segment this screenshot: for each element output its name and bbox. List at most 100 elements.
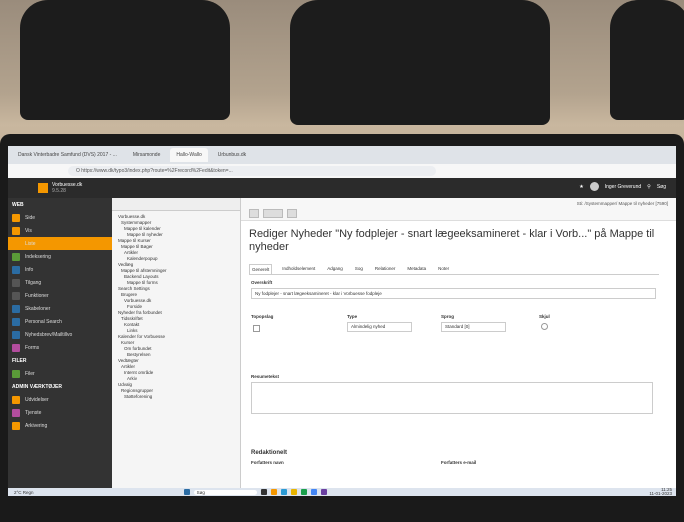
tab-adgang[interactable]: Adgang [325,264,345,274]
module-label: Side [25,214,36,221]
topbar-tools: ★ Inger Greverund ⚲ Søg [579,182,666,191]
module-item[interactable]: Filer [8,367,112,380]
windows-taskbar: 2°C Regn Søg 11:25 11-01-2023 [8,487,676,496]
app-icon[interactable] [270,489,277,495]
tab-indholdselement[interactable]: Indholdselement [280,264,317,274]
module-item[interactable]: Nyhedsbrev/Mailtillvo [8,328,112,341]
browser-tab[interactable]: Hallo-Wallo [170,148,208,162]
weather-widget[interactable]: 2°C Regn [14,490,34,495]
browser-tab[interactable]: Urbunbus.dk [212,148,252,162]
resume-label: Resumetekst [251,374,280,379]
module-menu: WEB Side Vis Liste Indeksering Info Tilgang Fun… [8,198,112,488]
module-icon [12,278,20,287]
sprog-label: Sprog [441,314,454,319]
module-item[interactable]: Indeksering [8,250,112,263]
app-icon[interactable] [260,489,267,495]
screen: Dansk Vinterbadre Samfund (DVS) 2017 - .… [8,146,676,496]
redaktion-label: Redaktionelt [251,450,288,456]
typo3-logo-icon[interactable] [38,183,48,193]
browser-tab-bar: Dansk Vinterbadre Samfund (DVS) 2017 - .… [8,146,676,164]
overskrift-label: Overskrift [251,280,273,285]
module-item[interactable]: Tilgang [8,276,112,289]
module-icon [12,265,20,274]
forfatter-label: Forfatters navn [251,460,284,465]
chair [610,0,684,120]
typo3-topbar: Vorbuesse.dk 9.5.28 ★ Inger Greverund ⚲ … [8,178,676,198]
close-button[interactable] [249,209,259,218]
module-label: Forms [25,344,40,351]
module-label: Tilgang [25,279,42,286]
url-field[interactable]: O https://www.dk/typo3/index.php?route=%… [68,166,436,176]
star-icon[interactable]: ★ [579,184,583,190]
module-label: Indeksering [25,253,51,260]
module-item[interactable]: Vis [8,224,112,237]
chrome-icon[interactable] [310,489,317,495]
app-icon[interactable] [300,489,307,495]
module-group-14[interactable]: ADMIN VÆRKTØJER [8,380,112,393]
search-icon[interactable]: ⚲ [647,184,651,190]
topopslag-label: Topopslag [251,314,274,319]
module-item[interactable]: Udvidelser [8,393,112,406]
type-select[interactable]: Almindelig nyhed [347,322,412,332]
doc-header: Sti: /Systemmapper/ Mappe til nyheder [7… [241,198,676,221]
skjul-label: Skjul [539,314,550,319]
module-item[interactable]: Liste [8,237,112,250]
overskrift-input[interactable]: Ny fodplejer - snart lægeeksamineret - k… [251,288,656,299]
module-icon [12,226,20,235]
breadcrumb: Sti: /Systemmapper/ Mappe til nyheder [7… [576,201,668,206]
search-label[interactable]: Søg [657,184,666,190]
module-icon [12,421,20,430]
edge-icon[interactable] [280,489,287,495]
browser-tab[interactable]: Dansk Vinterbadre Samfund (DVS) 2017 - .… [12,148,123,162]
module-group-0[interactable]: WEB [8,198,112,211]
tab-relationer[interactable]: Relationer [373,264,398,274]
module-item[interactable]: Personal Search [8,315,112,328]
tree-item[interactable]: Støtteforening [116,394,240,400]
clock-date[interactable]: 11-01-2023 [649,491,672,496]
module-item[interactable]: Funktioner [8,289,112,302]
page-heading: Rediger Nyheder "Ny fodplejer - snart læ… [249,228,655,253]
module-label: Arkivering [25,422,48,429]
module-item[interactable]: Forms [8,341,112,354]
save-button[interactable] [263,209,283,218]
page-tree: Vorbuesse.dk Systemmapper Mappe til kalend… [112,198,241,488]
module-icon [12,252,20,261]
sprog-select[interactable]: Standard [0] [441,322,506,332]
resume-textarea[interactable] [251,382,653,414]
module-label: Personal Search [25,318,62,325]
page-tree-toolbar [112,198,240,211]
tab-metadata[interactable]: Metadata [405,264,428,274]
address-bar-row: O https://www.dk/typo3/index.php?route=%… [8,164,676,178]
app-icon[interactable] [320,489,327,495]
tab-noter[interactable]: Noter [436,264,451,274]
module-icon [12,213,20,222]
user-name[interactable]: Inger Greverund [605,184,641,190]
topopslag-checkbox[interactable] [253,325,260,332]
module-item[interactable]: Info [8,263,112,276]
start-icon[interactable] [183,489,190,495]
module-group-12[interactable]: FILER [8,354,112,367]
folder-icon[interactable] [290,489,297,495]
browser-tab[interactable]: Mirsamonde [127,148,167,162]
avatar[interactable] [589,182,599,191]
module-label: Udvidelser [25,396,49,403]
taskbar-search[interactable]: Søg [193,489,257,495]
module-item[interactable]: Side [8,211,112,224]
site-name: Vorbuesse.dk 9.5.28 [52,182,82,194]
module-icon [12,408,20,417]
module-icon [12,304,20,313]
type-label: Type [347,314,358,319]
module-label: Tjenste [25,409,42,416]
module-item[interactable]: Tjenste [8,406,112,419]
tab-sog[interactable]: Sog [353,264,365,274]
skjul-toggle[interactable] [541,323,548,330]
site-version: 9.5.28 [52,188,66,194]
module-item[interactable]: Skabeloner [8,302,112,315]
module-label: Info [25,266,34,273]
module-label: Liste [25,240,36,247]
tab-generelt[interactable]: Generelt [249,264,273,274]
module-icon [12,317,20,326]
module-item[interactable]: Arkivering [8,419,112,432]
module-icon [12,239,20,248]
delete-button[interactable] [287,209,297,218]
